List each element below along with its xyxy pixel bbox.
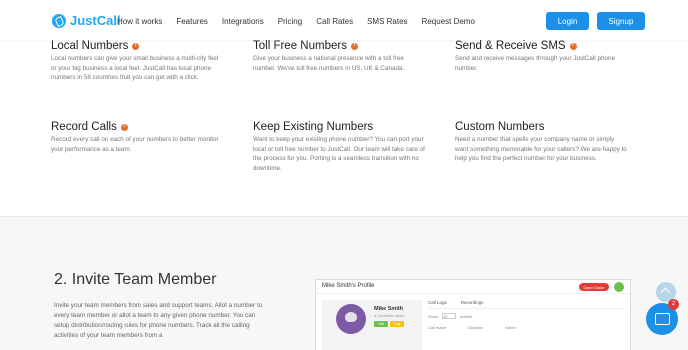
show-label: Show bbox=[428, 313, 439, 319]
profile-card: Mike Smith & Unlimited team Call Log bbox=[322, 300, 422, 350]
info-icon[interactable] bbox=[350, 42, 358, 50]
nav-link-pricing[interactable]: Pricing bbox=[278, 17, 302, 26]
feature-text: Want to keep your existing phone number?… bbox=[253, 136, 425, 172]
column-header: Notes bbox=[505, 325, 516, 330]
feature-text: Give your business a national presence w… bbox=[253, 55, 405, 72]
profile-header: Mike Smith's Profile Open Dialer bbox=[316, 280, 630, 294]
section-text: Invite your team members from sales and … bbox=[54, 302, 263, 339]
log-pill: Log bbox=[390, 321, 404, 327]
logo[interactable]: JustCall bbox=[52, 13, 121, 28]
tab-recordings: Recordings bbox=[460, 300, 484, 305]
profile-subtitle: & Unlimited team bbox=[374, 313, 405, 318]
profile-screenshot: Mike Smith's Profile Open Dialer Mike Sm… bbox=[315, 279, 631, 350]
nav-link-sms-rates[interactable]: SMS Rates bbox=[367, 17, 407, 26]
column-header: Call made bbox=[428, 325, 447, 330]
profile-name: Mike Smith bbox=[374, 306, 404, 312]
feature-text: Send and receive messages through your J… bbox=[455, 55, 615, 72]
brand-name: JustCall bbox=[70, 13, 121, 28]
entries-row: Show 10 entries bbox=[428, 313, 626, 319]
signup-button[interactable]: Signup bbox=[597, 12, 645, 30]
feature-title: Local Numbers bbox=[51, 40, 223, 52]
feature-toll-free-numbers: Toll Free Numbers Give your business a n… bbox=[253, 40, 425, 73]
nav-link-integrations[interactable]: Integrations bbox=[222, 17, 264, 26]
tab-call-logs: Call Logs bbox=[428, 300, 447, 305]
feature-record-calls: Record Calls Record every call on each o… bbox=[51, 121, 223, 154]
feature-title: Toll Free Numbers bbox=[253, 40, 425, 52]
profile-main: Call Logs Recordings Show 10 entries Cal… bbox=[428, 300, 626, 350]
login-button[interactable]: Login bbox=[546, 12, 589, 30]
nav-link-features[interactable]: Features bbox=[176, 17, 208, 26]
section-title: 2. Invite Team Member bbox=[54, 271, 217, 288]
profile-title: Mike Smith's Profile bbox=[322, 283, 375, 289]
feature-title: Keep Existing Numbers bbox=[253, 121, 374, 133]
column-header: Duration bbox=[468, 325, 484, 330]
feature-text: Local numbers can give your small busine… bbox=[51, 55, 219, 82]
entries-label: entries bbox=[460, 313, 473, 319]
nav-link-how-it-works[interactable]: How it works bbox=[117, 17, 162, 26]
nav-links: How it works Features Integrations Prici… bbox=[117, 17, 489, 26]
status-icon bbox=[614, 282, 624, 292]
nav-link-request-demo[interactable]: Request Demo bbox=[422, 17, 475, 26]
features-section: Local Numbers Local numbers can give you… bbox=[0, 40, 688, 216]
feature-title: Custom Numbers bbox=[455, 121, 545, 133]
call-pill: Call bbox=[374, 321, 388, 327]
feature-text: Need a number that spells your company n… bbox=[455, 136, 627, 163]
phone-logo-icon bbox=[52, 13, 66, 28]
nav-link-call-rates[interactable]: Call Rates bbox=[316, 17, 353, 26]
info-icon[interactable] bbox=[120, 123, 128, 131]
feature-text: Record every call on each of your number… bbox=[51, 136, 219, 153]
feature-send-receive-sms: Send & Receive SMS Send and receive mess… bbox=[455, 40, 627, 73]
open-dialer-button: Open Dialer bbox=[579, 283, 609, 291]
feature-keep-existing-numbers: Keep Existing Numbers Want to keep your … bbox=[253, 121, 425, 173]
profile-tabs: Call Logs Recordings bbox=[428, 300, 626, 309]
info-icon[interactable] bbox=[569, 42, 577, 50]
info-icon[interactable] bbox=[132, 42, 140, 50]
table-header: Call made Duration Notes bbox=[428, 325, 626, 330]
avatar bbox=[336, 304, 366, 334]
feature-title: Send & Receive SMS bbox=[455, 40, 627, 52]
invite-section: 2. Invite Team Member Invite your team m… bbox=[0, 216, 688, 350]
top-navbar: JustCall How it works Features Integrati… bbox=[0, 0, 688, 40]
feature-local-numbers: Local Numbers Local numbers can give you… bbox=[51, 40, 223, 83]
entries-select: 10 bbox=[442, 313, 457, 319]
feature-custom-numbers: Custom Numbers Need a number that spells… bbox=[455, 121, 627, 164]
notification-badge: 2 bbox=[668, 299, 679, 310]
feature-title: Record Calls bbox=[51, 121, 223, 133]
